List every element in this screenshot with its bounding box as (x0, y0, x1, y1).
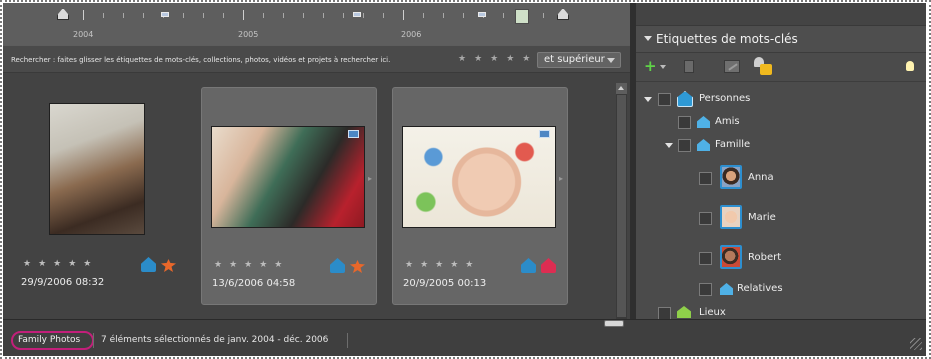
search-bar[interactable]: Rechercher : faites glisser les étiquett… (3, 45, 630, 73)
media-date: 13/6/2006 04:58 (212, 278, 296, 289)
search-hint: Rechercher : faites glisser les étiquett… (11, 56, 391, 64)
photo-thumbnail[interactable] (402, 126, 556, 228)
keyword-tag-icon (697, 116, 710, 128)
tree-item-personnes[interactable]: Personnes (636, 90, 926, 110)
edit-icon[interactable] (724, 60, 740, 73)
person-thumbnail-icon (720, 205, 742, 229)
tree-item-anna[interactable]: Anna (636, 165, 926, 189)
panel-title: Etiquettes de mots-clés (656, 32, 798, 46)
tree-item-label: Personnes (699, 93, 751, 104)
rating-filter-stars[interactable]: ★★★★★ (458, 54, 538, 64)
scroll-up-icon[interactable] (616, 83, 627, 94)
resize-handle[interactable] (604, 320, 624, 327)
tree-item-label: Amis (715, 116, 740, 127)
checkbox[interactable] (699, 283, 712, 296)
media-rating-stars[interactable]: ★★★★★ (405, 260, 480, 270)
scrollbar-thumb[interactable] (617, 95, 626, 317)
checkbox[interactable] (678, 139, 691, 152)
timeline-bar (161, 12, 169, 17)
timeline-tick (83, 10, 84, 20)
keyword-tree: Personnes Amis Famille Anna Marie Robert… (636, 82, 926, 319)
video-badge-icon (348, 130, 359, 138)
person-tag-icon (521, 258, 536, 273)
person-tag-icon (330, 258, 345, 273)
timeline-year-label: 2005 (238, 30, 259, 39)
divider (93, 333, 94, 348)
keyword-toolbar: + (636, 53, 926, 82)
timeline[interactable]: 2004 2005 2006 (3, 3, 630, 45)
panel-top-area (636, 3, 926, 26)
keyword-tag-icon (697, 139, 710, 151)
person-thumbnail-icon (720, 245, 742, 269)
tree-item-amis[interactable]: Amis (636, 113, 926, 133)
expand-icon[interactable] (665, 143, 673, 148)
tree-item-label: Marie (748, 212, 776, 223)
timeline-year-label: 2004 (73, 30, 94, 39)
photo-thumbnail[interactable] (49, 103, 145, 235)
media-card[interactable]: ▸ ★★★★★ 13/6/2006 04:58 (201, 87, 377, 305)
timeline-bar (353, 12, 361, 17)
media-date: 29/9/2006 08:32 (21, 277, 105, 288)
favorite-tag-icon (161, 259, 176, 272)
collapse-icon[interactable] (644, 36, 652, 41)
keyword-tag-icon (720, 283, 733, 295)
stack-expand-icon[interactable]: ▸ (559, 174, 563, 183)
add-dropdown-icon[interactable] (660, 65, 666, 69)
checkbox[interactable] (699, 212, 712, 225)
album-name[interactable]: Family Photos (18, 335, 80, 345)
window-resize-grip-icon[interactable] (910, 338, 922, 350)
people-category-icon (677, 91, 693, 107)
tree-item-robert[interactable]: Robert (636, 245, 926, 269)
divider (347, 333, 348, 348)
media-rating-stars[interactable]: ★★★★★ (23, 259, 98, 269)
tree-item-relatives[interactable]: Relatives (636, 280, 926, 300)
rating-filter-value: et supérieur (544, 54, 605, 65)
timeline-position-marker[interactable] (515, 9, 529, 24)
chevron-down-icon (607, 58, 615, 63)
places-category-icon (677, 306, 691, 318)
tree-item-label: Anna (748, 172, 774, 183)
add-keyword-button[interactable]: + (644, 59, 657, 74)
media-card[interactable]: ▸ ★★★★★ 20/9/2005 00:13 (392, 87, 568, 305)
favorite-tag-icon (350, 260, 365, 273)
timeline-bar (478, 12, 486, 17)
timeline-start-handle[interactable] (57, 8, 69, 20)
checkbox[interactable] (658, 307, 671, 319)
timeline-tick (243, 10, 244, 20)
media-grid-scrollbar[interactable] (616, 83, 627, 319)
media-rating-stars[interactable]: ★★★★★ (214, 260, 289, 270)
checkbox[interactable] (699, 252, 712, 265)
tree-item-label: Robert (748, 252, 782, 263)
media-card[interactable]: ★★★★★ 29/9/2006 08:32 (13, 87, 189, 305)
tree-item-marie[interactable]: Marie (636, 205, 926, 229)
stack-expand-icon[interactable]: ▸ (368, 174, 372, 183)
checkbox[interactable] (678, 116, 691, 129)
expand-icon[interactable] (644, 97, 652, 102)
panel-header[interactable]: Etiquettes de mots-clés (636, 26, 926, 53)
delete-icon[interactable] (684, 60, 694, 73)
checkbox[interactable] (658, 93, 671, 106)
timeline-tick (403, 10, 404, 20)
tree-item-famille[interactable]: Famille (636, 136, 926, 156)
person-tag-icon (141, 257, 156, 272)
timeline-end-handle[interactable] (557, 8, 569, 20)
person-thumbnail-icon (720, 165, 742, 189)
media-grid: ★★★★★ 29/9/2006 08:32 ▸ ★★★★★ 13/6/2006 … (3, 73, 630, 319)
video-badge-icon (539, 130, 550, 138)
media-date: 20/9/2005 00:13 (403, 278, 487, 289)
tree-item-label: Famille (715, 139, 751, 150)
red-tag-icon (541, 258, 556, 273)
tree-item-label: Lieux (699, 307, 726, 318)
rating-filter-dropdown[interactable]: et supérieur (537, 52, 621, 68)
people-group-icon[interactable] (754, 57, 772, 75)
timeline-year-label: 2006 (401, 30, 422, 39)
photo-thumbnail[interactable] (211, 126, 365, 228)
checkbox[interactable] (699, 172, 712, 185)
selection-status: 7 éléments sélectionnés de janv. 2004 - … (101, 335, 329, 345)
tree-item-label: Relatives (737, 283, 783, 294)
tree-item-lieux[interactable]: Lieux (636, 304, 926, 319)
keyword-tags-panel: Etiquettes de mots-clés + Personnes Amis… (636, 3, 926, 319)
media-browser: 2004 2005 2006 Rechercher : faites gliss… (3, 3, 630, 319)
lightbulb-icon[interactable] (906, 61, 914, 71)
